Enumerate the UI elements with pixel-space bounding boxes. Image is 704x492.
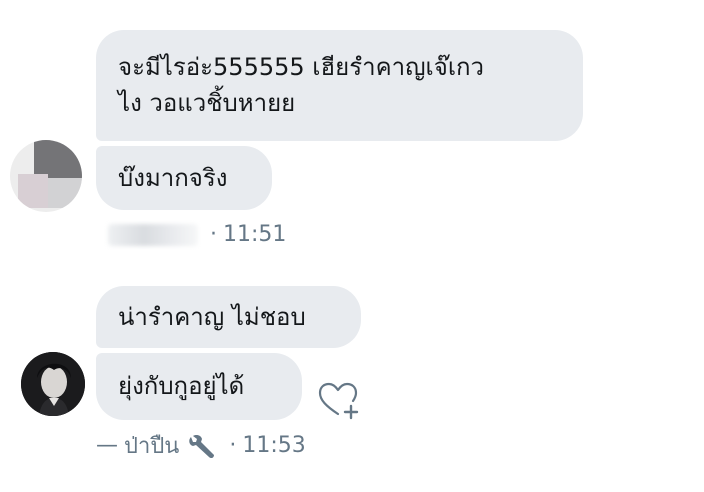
message-bubble-3[interactable]: น่ารำคาญ ไม่ชอบ — [96, 286, 361, 348]
meta-separator: · — [229, 433, 237, 458]
avatar-portrait-icon — [21, 352, 85, 416]
message-meta-1: · 11:51 — [108, 222, 286, 247]
message-timestamp[interactable]: 11:51 — [223, 222, 286, 247]
sender-name[interactable]: ป่าปืน — [124, 428, 179, 463]
message-bubble-2[interactable]: บ๊งมากจริง — [96, 146, 272, 210]
meta-dash: — — [96, 433, 118, 458]
message-text-line-2: ไง วอแวชิ้บหายย — [118, 89, 296, 117]
message-text: บ๊งมากจริง — [118, 164, 228, 192]
blurred-sender-name — [108, 223, 198, 246]
wrench-icon — [185, 432, 219, 460]
message-text: น่ารำคาญ ไม่ชอบ — [118, 303, 306, 331]
avatar-sender[interactable] — [21, 352, 85, 416]
avatar-blurred[interactable] — [10, 140, 82, 212]
message-text-line-1: จะมีไรอ่ะ555555 เฮียรำคาญเจ๊เกว — [118, 53, 485, 81]
message-meta-2: — ป่าปืน · 11:53 — [96, 428, 306, 463]
heart-plus-icon[interactable] — [318, 382, 360, 422]
message-bubble-1[interactable]: จะมีไรอ่ะ555555 เฮียรำคาญเจ๊เกว ไง วอแวช… — [96, 30, 583, 141]
meta-separator: · — [210, 222, 217, 247]
message-bubble-4[interactable]: ยุ่งกับกูอยู่ได้ — [96, 353, 302, 420]
message-timestamp[interactable]: 11:53 — [242, 433, 305, 458]
message-text: ยุ่งกับกูอยู่ได้ — [118, 372, 245, 400]
